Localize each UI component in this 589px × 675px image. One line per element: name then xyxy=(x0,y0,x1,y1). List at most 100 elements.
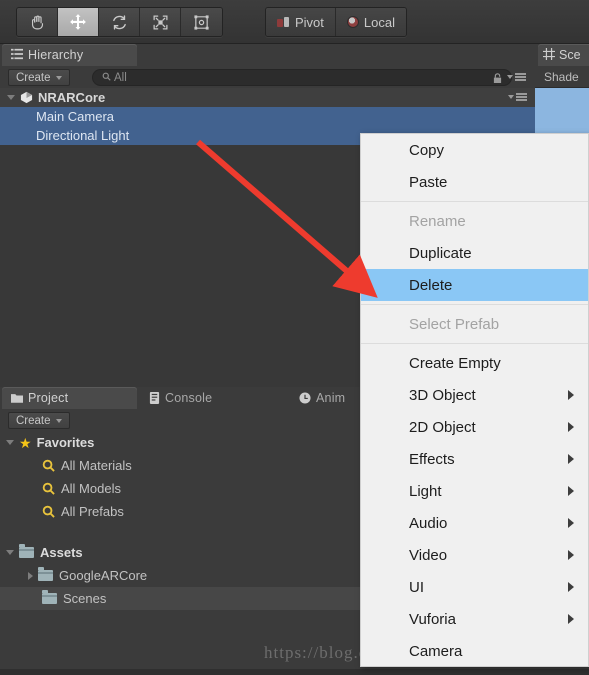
move-icon xyxy=(69,13,87,31)
pivot-toggle-button[interactable]: Pivot xyxy=(266,8,336,36)
rotate-tool-button[interactable] xyxy=(99,8,140,36)
chevron-down-icon[interactable] xyxy=(6,440,14,445)
hierarchy-context-menu[interactable]: Copy Paste Rename Duplicate Delete Select Pre… xyxy=(360,133,589,667)
menu-item-label: Video xyxy=(409,546,448,564)
hand-icon xyxy=(29,14,46,31)
hierarchy-tabbar: Hierarchy xyxy=(0,44,535,67)
menu-separator xyxy=(361,201,588,202)
hierarchy-row[interactable]: Main Camera xyxy=(0,107,535,126)
main-toolbar: Pivot Local xyxy=(0,0,589,44)
tab-label: Anim xyxy=(316,391,346,405)
menu-item-video[interactable]: Video xyxy=(361,539,588,571)
hamburger-icon xyxy=(515,73,526,81)
menu-separator xyxy=(361,343,588,344)
chevron-down-icon[interactable] xyxy=(6,550,14,555)
menu-item-2d-object[interactable]: 2D Object xyxy=(361,411,588,443)
status-bar xyxy=(0,669,589,675)
menu-item-create-empty[interactable]: Create Empty xyxy=(361,347,588,379)
menu-item-label: Duplicate xyxy=(409,244,472,262)
search-icon xyxy=(42,505,55,518)
menu-item-3d-object[interactable]: 3D Object xyxy=(361,379,588,411)
menu-item-label: Camera xyxy=(409,642,463,660)
menu-item-effects[interactable]: Effects xyxy=(361,443,588,475)
menu-item-rename: Rename xyxy=(361,205,588,237)
move-tool-button[interactable] xyxy=(58,8,99,36)
hierarchy-row-label: NRARCore xyxy=(38,90,106,105)
menu-item-ui[interactable]: UI xyxy=(361,571,588,603)
menu-item-light[interactable]: Light xyxy=(361,475,588,507)
chevron-down-icon xyxy=(55,75,62,80)
menu-item-vuforia[interactable]: Vuforia xyxy=(361,603,588,635)
menu-item-label: 3D Object xyxy=(409,386,476,404)
star-icon: ★ xyxy=(19,434,32,451)
menu-item-paste[interactable]: Paste xyxy=(361,166,588,198)
project-create-button[interactable]: Create xyxy=(8,412,70,429)
menu-item-label: Delete xyxy=(409,276,453,294)
menu-item-label: Light xyxy=(409,482,442,500)
lock-icon[interactable] xyxy=(493,71,502,83)
menu-item-label: Copy xyxy=(409,141,445,159)
rotate-icon xyxy=(111,14,128,31)
local-toggle-button[interactable]: Local xyxy=(335,8,406,36)
prefab-icon xyxy=(20,91,33,104)
row-options-menu-icon[interactable] xyxy=(508,93,527,101)
menu-item-delete[interactable]: Delete xyxy=(361,269,588,301)
search-icon xyxy=(102,72,111,84)
hand-tool-button[interactable] xyxy=(17,8,58,36)
hierarchy-search-value: All xyxy=(114,71,127,84)
hierarchy-create-button[interactable]: Create xyxy=(8,69,70,86)
menu-item-copy[interactable]: Copy xyxy=(361,134,588,166)
hierarchy-toolbar: Create All xyxy=(0,66,535,89)
rect-transform-tool-button[interactable] xyxy=(181,8,222,36)
menu-item-label: Select Prefab xyxy=(409,315,500,333)
chevron-right-icon xyxy=(568,550,574,560)
hierarchy-row-label: Directional Light xyxy=(36,128,130,143)
hierarchy-search-input[interactable]: All xyxy=(92,69,512,86)
hierarchy-create-label: Create xyxy=(16,71,51,84)
scene-shading-dropdown[interactable]: Shade xyxy=(535,66,589,88)
grid-icon xyxy=(543,47,555,63)
clock-icon xyxy=(299,392,311,404)
rect-transform-icon xyxy=(193,14,210,31)
chevron-right-icon xyxy=(568,518,574,528)
menu-item-label: Paste xyxy=(409,173,448,191)
menu-item-label: 2D Object xyxy=(409,418,476,436)
project-row-label: Scenes xyxy=(63,591,107,606)
chevron-right-icon xyxy=(568,614,574,624)
tab-project[interactable]: Project xyxy=(2,387,137,409)
chevron-right-icon xyxy=(568,486,574,496)
project-row-label: All Prefabs xyxy=(61,504,124,519)
menu-item-label: Vuforia xyxy=(409,610,456,628)
hierarchy-row[interactable]: NRARCore xyxy=(0,88,535,107)
project-row-label: GoogleARCore xyxy=(59,568,148,583)
local-label: Local xyxy=(363,14,395,30)
chevron-down-icon[interactable] xyxy=(7,95,15,100)
menu-item-select-prefab: Select Prefab xyxy=(361,308,588,340)
tab-hierarchy[interactable]: Hierarchy xyxy=(2,44,137,66)
scene-shading-label: Shade xyxy=(544,69,579,84)
menu-item-camera[interactable]: Camera xyxy=(361,635,588,667)
transform-tools-group xyxy=(16,7,223,37)
local-icon xyxy=(346,16,359,28)
menu-separator xyxy=(361,304,588,305)
tab-label: Project xyxy=(28,391,69,405)
tab-label: Console xyxy=(165,391,213,405)
menu-item-duplicate[interactable]: Duplicate xyxy=(361,237,588,269)
chevron-right-icon[interactable] xyxy=(28,571,33,580)
folder-icon xyxy=(19,544,34,558)
folder-icon xyxy=(11,393,23,403)
hierarchy-icon xyxy=(11,48,23,63)
project-row-label: All Models xyxy=(61,481,121,496)
tab-scene-label: Sce xyxy=(559,48,581,62)
scale-icon xyxy=(152,14,169,31)
menu-item-label: Create Empty xyxy=(409,354,501,372)
folder-icon xyxy=(42,590,57,604)
menu-item-audio[interactable]: Audio xyxy=(361,507,588,539)
chevron-down-icon xyxy=(507,75,513,79)
tab-console[interactable]: Console xyxy=(140,387,280,409)
search-icon xyxy=(42,482,55,495)
scale-tool-button[interactable] xyxy=(140,8,181,36)
tab-scene[interactable]: Sce xyxy=(538,44,589,66)
hierarchy-options-menu-icon[interactable] xyxy=(507,73,526,81)
search-icon xyxy=(42,459,55,472)
